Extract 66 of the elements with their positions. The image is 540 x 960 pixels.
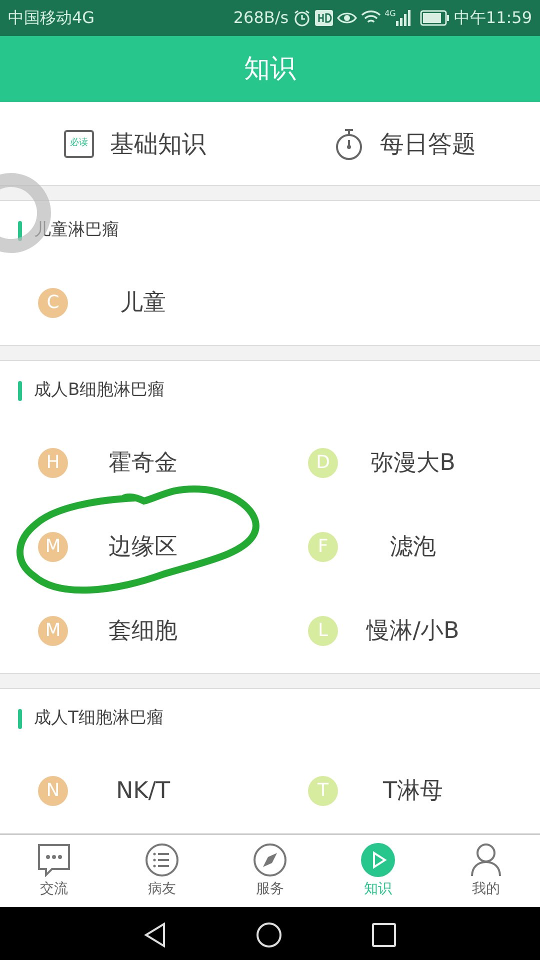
tab-label: 交流 bbox=[40, 880, 68, 898]
network-speed-text: 268B/s bbox=[233, 7, 289, 29]
person-icon bbox=[470, 842, 502, 876]
tab-label: 知识 bbox=[364, 880, 392, 898]
lymphoma-type-item[interactable]: L 慢淋/小B bbox=[270, 589, 540, 673]
section-title: 成人B细胞淋巴瘤 bbox=[34, 379, 165, 402]
quick-link[interactable]: 必读 基础知识 bbox=[0, 102, 270, 185]
letter-icon: F bbox=[308, 532, 338, 562]
letter-icon: H bbox=[38, 448, 68, 478]
item-label: 慢淋/小B bbox=[366, 616, 460, 646]
lymphoma-type-item[interactable]: H 霍奇金 bbox=[0, 421, 270, 505]
item-label: 弥漫大B bbox=[370, 448, 456, 478]
section-accent-bar bbox=[18, 709, 22, 729]
alarm-clock-icon bbox=[292, 9, 311, 27]
lymphoma-type-item[interactable]: C 儿童 bbox=[0, 261, 270, 345]
lymphoma-type-item[interactable]: D 弥漫大B bbox=[270, 421, 540, 505]
section-title: 儿童淋巴瘤 bbox=[34, 219, 119, 242]
letter-icon: L bbox=[308, 616, 338, 646]
lymphoma-type-item[interactable]: M 边缘区 bbox=[0, 505, 270, 589]
lymphoma-type-item[interactable]: M 套细胞 bbox=[0, 589, 270, 673]
section-title: 成人T细胞淋巴瘤 bbox=[34, 707, 164, 730]
recents-icon[interactable] bbox=[372, 922, 396, 946]
item-label: 滤泡 bbox=[390, 532, 436, 562]
page-title: 知识 bbox=[244, 52, 296, 86]
back-icon[interactable] bbox=[144, 922, 166, 948]
item-label: 套细胞 bbox=[108, 616, 178, 646]
chat-bubble-icon bbox=[36, 842, 72, 876]
list-icon bbox=[145, 842, 179, 876]
tab-item[interactable]: 我的 bbox=[432, 835, 540, 907]
item-label: 霍奇金 bbox=[108, 448, 178, 478]
play-icon bbox=[361, 842, 395, 876]
item-label: 儿童 bbox=[120, 288, 166, 318]
letter-icon: T bbox=[308, 776, 338, 806]
network-type-text: 4G bbox=[384, 8, 396, 20]
quick-link-label: 每日答题 bbox=[380, 128, 476, 160]
battery-icon bbox=[420, 10, 450, 26]
lymphoma-type-item[interactable]: T T淋母 bbox=[270, 749, 540, 833]
item-label: NK/T bbox=[116, 776, 170, 806]
letter-icon: M bbox=[38, 532, 68, 562]
letter-icon: C bbox=[38, 288, 68, 318]
calendar-icon: 必读 bbox=[64, 130, 94, 158]
quick-link-label: 基础知识 bbox=[110, 128, 206, 160]
lymphoma-type-item[interactable]: F 滤泡 bbox=[270, 505, 540, 589]
tab-label: 服务 bbox=[256, 880, 284, 898]
compass-icon bbox=[253, 842, 287, 876]
tab-label: 我的 bbox=[472, 880, 500, 898]
lymphoma-type-item[interactable]: N NK/T bbox=[0, 749, 270, 833]
tab-item[interactable]: 病友 bbox=[108, 835, 216, 907]
carrier-text: 中国移动4G bbox=[8, 7, 95, 29]
letter-icon: D bbox=[308, 448, 338, 478]
letter-icon: M bbox=[38, 616, 68, 646]
home-icon[interactable] bbox=[256, 922, 282, 948]
letter-icon: N bbox=[38, 776, 68, 806]
section-accent-bar bbox=[18, 381, 22, 401]
section-accent-bar bbox=[18, 221, 22, 241]
tab-item[interactable]: 交流 bbox=[0, 835, 108, 907]
item-label: T淋母 bbox=[382, 776, 444, 806]
signal-bars-icon bbox=[396, 10, 412, 26]
item-label: 边缘区 bbox=[108, 532, 178, 562]
hd-icon bbox=[314, 10, 333, 26]
stopwatch-icon bbox=[334, 128, 364, 160]
tab-label: 病友 bbox=[148, 880, 176, 898]
eye-icon bbox=[336, 10, 357, 26]
tab-item[interactable]: 服务 bbox=[216, 835, 324, 907]
quick-link[interactable]: 每日答题 bbox=[270, 102, 540, 185]
clock-text: 中午11:59 bbox=[454, 7, 532, 29]
